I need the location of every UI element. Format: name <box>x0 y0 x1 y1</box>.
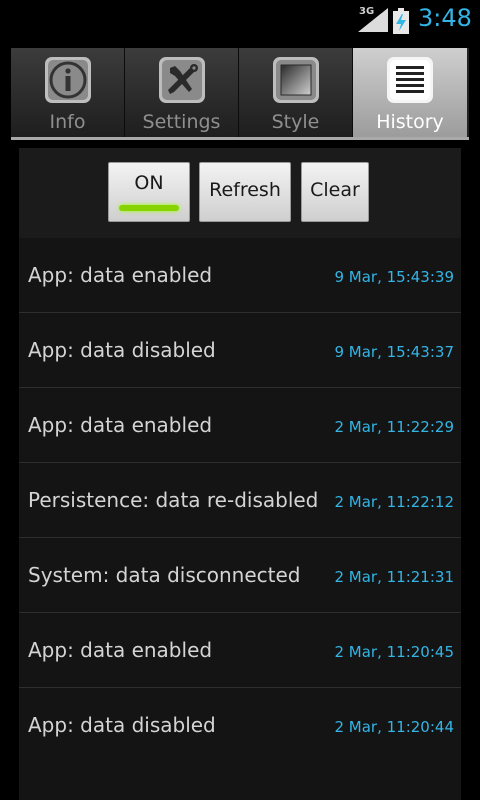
info-icon <box>45 57 91 103</box>
tab-style[interactable]: Style <box>239 48 353 140</box>
tab-settings-label: Settings <box>142 111 221 133</box>
tab-info-label: Info <box>49 111 86 133</box>
history-event: System: data disconnected <box>28 563 301 587</box>
tools-icon <box>159 57 205 103</box>
tab-bar-divider <box>11 137 469 140</box>
history-timestamp: 2 Mar, 11:22:12 <box>334 493 454 511</box>
history-timestamp: 9 Mar, 15:43:39 <box>334 268 454 286</box>
battery-charging-icon <box>393 8 409 34</box>
logging-toggle-label: ON <box>134 172 164 194</box>
history-list[interactable]: App: data enabled 9 Mar, 15:43:39 App: d… <box>19 238 461 763</box>
tab-settings[interactable]: Settings <box>125 48 239 140</box>
tab-bar: Info Settings Style History <box>11 48 469 140</box>
history-event: App: data enabled <box>28 263 213 287</box>
list-item[interactable]: System: data disconnected 2 Mar, 11:21:3… <box>19 538 461 613</box>
history-event: App: data enabled <box>28 413 213 437</box>
list-item[interactable]: Persistence: data re-disabled 2 Mar, 11:… <box>19 463 461 538</box>
history-panel: ON Refresh Clear App: data enabled 9 Mar… <box>19 148 461 800</box>
history-timestamp: 2 Mar, 11:20:44 <box>334 718 454 736</box>
history-event: App: data disabled <box>28 338 216 362</box>
tab-history-label: History <box>376 111 444 133</box>
style-icon <box>273 57 319 103</box>
history-timestamp: 9 Mar, 15:43:37 <box>334 343 454 361</box>
logging-toggle-button[interactable]: ON <box>108 162 190 222</box>
status-bar: 3G 3:48 <box>0 0 480 38</box>
history-timestamp: 2 Mar, 11:22:29 <box>334 418 454 436</box>
clear-button[interactable]: Clear <box>301 162 369 222</box>
history-list-icon <box>387 57 433 103</box>
refresh-button[interactable]: Refresh <box>199 162 291 222</box>
history-event: App: data disabled <box>28 713 216 737</box>
refresh-button-label: Refresh <box>209 179 281 201</box>
history-event: Persistence: data re-disabled <box>28 488 319 512</box>
history-timestamp: 2 Mar, 11:21:31 <box>334 568 454 586</box>
tab-info[interactable]: Info <box>11 48 125 140</box>
history-toolbar: ON Refresh Clear <box>19 148 461 238</box>
toggle-indicator-light <box>119 205 179 211</box>
status-clock: 3:48 <box>418 4 472 32</box>
list-item[interactable]: App: data enabled 2 Mar, 11:20:45 <box>19 613 461 688</box>
signal-icon <box>358 8 388 32</box>
history-event: App: data enabled <box>28 638 213 662</box>
tab-history[interactable]: History <box>353 48 467 140</box>
history-timestamp: 2 Mar, 11:20:45 <box>334 643 454 661</box>
list-item[interactable]: App: data enabled 2 Mar, 11:22:29 <box>19 388 461 463</box>
list-item[interactable]: App: data enabled 9 Mar, 15:43:39 <box>19 238 461 313</box>
clear-button-label: Clear <box>310 179 360 201</box>
tab-style-label: Style <box>271 111 320 133</box>
list-item[interactable]: App: data disabled 2 Mar, 11:20:44 <box>19 688 461 763</box>
list-item[interactable]: App: data disabled 9 Mar, 15:43:37 <box>19 313 461 388</box>
